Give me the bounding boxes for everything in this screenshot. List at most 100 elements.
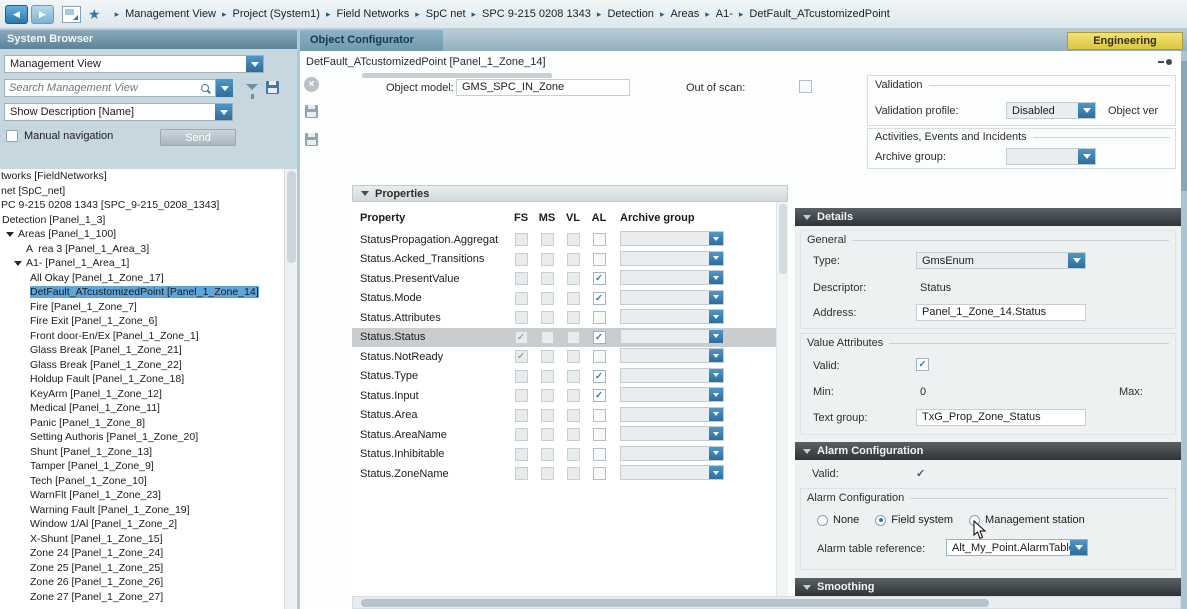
chevron-down-icon[interactable] xyxy=(709,330,723,343)
archive-group-dropdown[interactable] xyxy=(620,309,724,324)
chevron-down-icon[interactable] xyxy=(246,56,263,72)
pin-icon[interactable] xyxy=(1158,59,1172,65)
chevron-down-icon[interactable] xyxy=(709,271,723,284)
search-dropdown-button[interactable] xyxy=(216,79,233,97)
window-scrollbar[interactable] xyxy=(1181,51,1187,609)
type-dropdown[interactable]: GmsEnum xyxy=(916,252,1086,269)
detach-window-icon[interactable] xyxy=(62,6,81,23)
property-row[interactable]: Status.NotReady xyxy=(352,347,776,367)
tree-item[interactable]: Fire Exit [Panel_1_Zone_6] xyxy=(0,314,284,329)
tree-item[interactable]: Setting Authoris [Panel_1_Zone_20] xyxy=(0,430,284,445)
chevron-down-icon[interactable] xyxy=(709,252,723,265)
collapse-arrow-icon[interactable] xyxy=(803,585,811,590)
tree-item[interactable]: KeyArm [Panel_1_Zone_12] xyxy=(0,387,284,402)
breadcrumb-item[interactable]: Field Networks xyxy=(336,8,409,20)
al-checkbox[interactable] xyxy=(593,311,606,324)
archive-group-dropdown[interactable] xyxy=(620,270,724,285)
fs-checkbox[interactable] xyxy=(515,292,528,305)
alarm-table-reference-dropdown[interactable]: Alt_My_Point.AlarmTable xyxy=(946,539,1088,556)
ms-checkbox[interactable] xyxy=(541,428,554,441)
property-row[interactable]: Status.Mode xyxy=(352,289,776,309)
radio-icon[interactable] xyxy=(875,515,886,526)
al-checkbox[interactable] xyxy=(593,272,606,285)
tree-item[interactable]: Zone 27 [Panel_1_Zone_27] xyxy=(0,590,284,605)
tree-item[interactable]: tworks [FieldNetworks] xyxy=(0,169,284,184)
object-model-field[interactable]: GMS_SPC_IN_Zone xyxy=(456,79,630,96)
forward-button[interactable]: ▶ xyxy=(31,5,54,24)
valid-checkbox[interactable] xyxy=(916,358,929,371)
fs-checkbox[interactable] xyxy=(515,350,528,363)
properties-section-header[interactable]: Properties xyxy=(352,185,788,202)
fs-checkbox[interactable] xyxy=(515,311,528,324)
fs-checkbox[interactable] xyxy=(515,389,528,402)
alarm-section-header[interactable]: Alarm Configuration xyxy=(795,442,1181,460)
tree-item[interactable]: Zone 24 [Panel_1_Zone_24] xyxy=(0,546,284,561)
ms-checkbox[interactable] xyxy=(541,448,554,461)
chevron-down-icon[interactable] xyxy=(709,408,723,421)
ms-checkbox[interactable] xyxy=(541,370,554,383)
chevron-down-icon[interactable] xyxy=(1068,253,1085,268)
chevron-down-icon[interactable] xyxy=(1078,103,1095,118)
ms-checkbox[interactable] xyxy=(541,389,554,402)
al-checkbox[interactable] xyxy=(593,350,606,363)
chevron-down-icon[interactable] xyxy=(709,349,723,362)
tree-item[interactable]: Medical [Panel_1_Zone_11] xyxy=(0,401,284,416)
vl-checkbox[interactable] xyxy=(567,233,580,246)
ms-checkbox[interactable] xyxy=(541,350,554,363)
al-checkbox[interactable] xyxy=(593,409,606,422)
tree-item[interactable]: Areas [Panel_1_100] xyxy=(0,227,284,242)
breadcrumb-item[interactable]: Areas xyxy=(670,8,699,20)
al-checkbox[interactable] xyxy=(593,233,606,246)
chevron-down-icon[interactable] xyxy=(1078,149,1095,164)
vl-checkbox[interactable] xyxy=(567,409,580,422)
send-button[interactable]: Send xyxy=(160,129,236,146)
vl-checkbox[interactable] xyxy=(567,389,580,402)
collapse-arrow-icon[interactable] xyxy=(803,215,811,220)
horizontal-scrollbar[interactable] xyxy=(352,596,1181,609)
out-of-scan-checkbox[interactable] xyxy=(799,80,812,93)
fs-checkbox[interactable] xyxy=(515,272,528,285)
ms-checkbox[interactable] xyxy=(541,272,554,285)
fs-checkbox[interactable] xyxy=(515,331,528,344)
window-scrollbar-thumb[interactable] xyxy=(1181,61,1187,191)
property-row[interactable]: Status.Inhibitable xyxy=(352,445,776,465)
vl-checkbox[interactable] xyxy=(567,428,580,441)
breadcrumb-item[interactable]: DetFault_ATcustomizedPoint xyxy=(749,8,889,20)
chevron-down-icon[interactable] xyxy=(709,466,723,479)
save-button[interactable] xyxy=(305,105,318,118)
radio-option-none[interactable]: None xyxy=(817,514,859,526)
property-row[interactable]: Status.Input xyxy=(352,386,776,406)
ms-checkbox[interactable] xyxy=(541,331,554,344)
vl-checkbox[interactable] xyxy=(567,253,580,266)
discard-button[interactable]: × xyxy=(304,77,319,92)
details-section-header[interactable]: Details xyxy=(795,208,1181,226)
chevron-down-icon[interactable] xyxy=(709,369,723,382)
filter-icon[interactable] xyxy=(246,84,258,90)
chevron-down-icon[interactable] xyxy=(215,104,232,120)
tree-item[interactable]: Glass Break [Panel_1_Zone_22] xyxy=(0,358,284,373)
breadcrumb-item[interactable]: Detection xyxy=(607,8,653,20)
tree-item[interactable]: Glass Break [Panel_1_Zone_21] xyxy=(0,343,284,358)
archive-group-dropdown[interactable] xyxy=(620,348,724,363)
al-checkbox[interactable] xyxy=(593,370,606,383)
tab-object-configurator[interactable]: Object Configurator xyxy=(300,30,443,51)
tree-item[interactable]: A rea 3 [Panel_1_Area_3] xyxy=(0,242,284,257)
tree-item[interactable]: All Okay [Panel_1_Zone_17] xyxy=(0,271,284,286)
archive-group-dropdown[interactable] xyxy=(620,387,724,402)
vl-checkbox[interactable] xyxy=(567,467,580,480)
horizontal-scrollbar-thumb[interactable] xyxy=(361,599,989,607)
chevron-down-icon[interactable] xyxy=(709,310,723,323)
archive-group-dropdown[interactable] xyxy=(620,446,724,461)
tree-item[interactable]: Zone 26 [Panel_1_Zone_26] xyxy=(0,575,284,590)
fs-checkbox[interactable] xyxy=(515,233,528,246)
chevron-down-icon[interactable] xyxy=(709,447,723,460)
tree-item[interactable]: Tech [Panel_1_Zone_10] xyxy=(0,474,284,489)
tree-item[interactable]: PC 9-215 0208 1343 [SPC_9-215_0208_1343] xyxy=(0,198,284,213)
breadcrumb-item[interactable]: Project (System1) xyxy=(233,8,320,20)
archive-group-dropdown[interactable] xyxy=(620,368,724,383)
tree-item[interactable]: Zone 25 [Panel_1_Zone_25] xyxy=(0,561,284,576)
tree-item[interactable]: Detection [Panel_1_3] xyxy=(0,213,284,228)
ms-checkbox[interactable] xyxy=(541,311,554,324)
properties-scrollbar[interactable] xyxy=(776,202,788,596)
tree-item[interactable]: Fire [Panel_1_Zone_7] xyxy=(0,300,284,315)
